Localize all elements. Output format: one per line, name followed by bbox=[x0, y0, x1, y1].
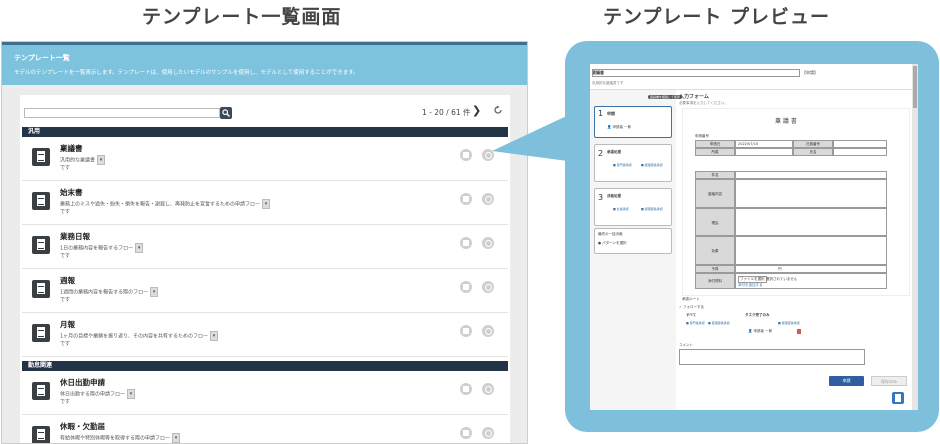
step-title: 承認処理 bbox=[607, 150, 621, 154]
attach-field: ファイルを選択 選択されていません 添付を追加する bbox=[735, 273, 887, 289]
chip-b-task: ■ 経理部長承認 bbox=[778, 321, 800, 325]
step-approver-a: ■ 社長承認 bbox=[613, 207, 629, 211]
step-approver-a: ■ 部門長承認 bbox=[613, 163, 632, 167]
document-icon bbox=[895, 394, 901, 402]
form-document: 稟 議 書 申請番号 申請日 2022/07/15 社員番号 所属 氏名 件名 … bbox=[682, 108, 910, 296]
attach-label: 添付資料 bbox=[695, 273, 735, 289]
attach-button[interactable]: ファイルを選択 bbox=[738, 276, 767, 283]
template-preview-screen: 稟議書 【申請】 汎用的な稟議書です 稟議書を複製して使用 1 申請 👤 申請者… bbox=[590, 64, 918, 410]
template-sub-note: 汎用的な稟議書です bbox=[592, 81, 624, 85]
step-number: 2 bbox=[598, 149, 604, 158]
route-step-2[interactable]: 2 承認処理 ■ 部門長承認 ■ 経理部長承認 bbox=[594, 144, 672, 182]
closing-note: ● パターンを選択 bbox=[598, 241, 627, 245]
all-label: すべて bbox=[686, 313, 697, 317]
effect-field[interactable] bbox=[735, 236, 887, 265]
delete-icon[interactable] bbox=[797, 329, 801, 334]
name-label: 氏名 bbox=[793, 148, 833, 156]
route-user: 👤 申請者 一郎 bbox=[748, 329, 773, 333]
amount-label: 予算 bbox=[695, 265, 735, 273]
closing-title: 最終の一括決裁 bbox=[598, 232, 623, 236]
content-field[interactable] bbox=[735, 179, 887, 208]
preview-scrollbar[interactable] bbox=[912, 64, 918, 410]
route-step-1[interactable]: 1 申請 👤 申請者 一郎 bbox=[594, 106, 672, 138]
step-approver-b: ■ 経理部長承認 bbox=[641, 207, 663, 211]
comment-label: コメント bbox=[679, 343, 693, 347]
subject-label: 件名 bbox=[695, 171, 735, 179]
document-title: 稟 議 書 bbox=[775, 118, 797, 125]
step-number: 1 bbox=[598, 109, 604, 118]
reason-field[interactable] bbox=[735, 208, 887, 236]
apply-date-label: 申請日 bbox=[695, 140, 735, 148]
step-number: 3 bbox=[598, 193, 604, 202]
amount-field[interactable]: 円 bbox=[735, 265, 887, 273]
duplicate-button[interactable]: 稟議書を複製して使用 bbox=[648, 95, 682, 99]
comment-field[interactable] bbox=[679, 349, 865, 365]
chip-a: ■ 部門長承認 bbox=[686, 321, 705, 325]
attach-status: 選択されていません bbox=[766, 277, 798, 281]
step-user: 👤 申請者 一郎 bbox=[607, 125, 632, 129]
staff-no-field[interactable] bbox=[833, 140, 887, 148]
dept-label: 所属 bbox=[695, 148, 735, 156]
subject-field[interactable] bbox=[735, 171, 887, 179]
attach-link[interactable]: 添付を追加する bbox=[738, 283, 763, 288]
document-number-label: 申請番号 bbox=[695, 134, 709, 138]
closing-step: 最終の一括決裁 ● パターンを選択 bbox=[594, 228, 672, 254]
step-title: 申請 bbox=[607, 111, 615, 116]
draft-button[interactable]: 保存のみ bbox=[871, 376, 907, 386]
template-name-field[interactable] bbox=[592, 69, 800, 77]
chip-b: ■ 経理部長承認 bbox=[708, 321, 730, 325]
scrollbar-thumb[interactable] bbox=[913, 66, 917, 108]
document-fab[interactable] bbox=[892, 392, 904, 404]
effect-label: 効果 bbox=[695, 236, 735, 265]
step-approver-b: ■ 経理部長承認 bbox=[641, 163, 663, 167]
name-field[interactable] bbox=[833, 148, 887, 156]
reason-label: 理由 bbox=[695, 208, 735, 236]
apply-date-field[interactable]: 2022/07/15 bbox=[735, 140, 793, 148]
form-title: 入力フォーム bbox=[679, 94, 709, 100]
content-label: 稟議内容 bbox=[695, 179, 735, 208]
staff-no-label: 社員番号 bbox=[793, 140, 833, 148]
route-title: 承認ルート bbox=[682, 297, 700, 301]
route-step-3[interactable]: 3 決裁処理 ■ 社長承認 ■ 経理部長承認 bbox=[594, 188, 672, 226]
form-note: 必要事項を入力してください。 bbox=[679, 101, 728, 105]
follow-toggle[interactable]: ✓ フォローする bbox=[679, 305, 704, 310]
step-title: 決裁処理 bbox=[607, 194, 621, 198]
dept-field[interactable] bbox=[735, 148, 793, 156]
task-label: タスク完了のみ bbox=[745, 313, 770, 317]
apply-label: 【申請】 bbox=[802, 70, 818, 75]
submit-button[interactable]: 申請 bbox=[829, 376, 864, 386]
